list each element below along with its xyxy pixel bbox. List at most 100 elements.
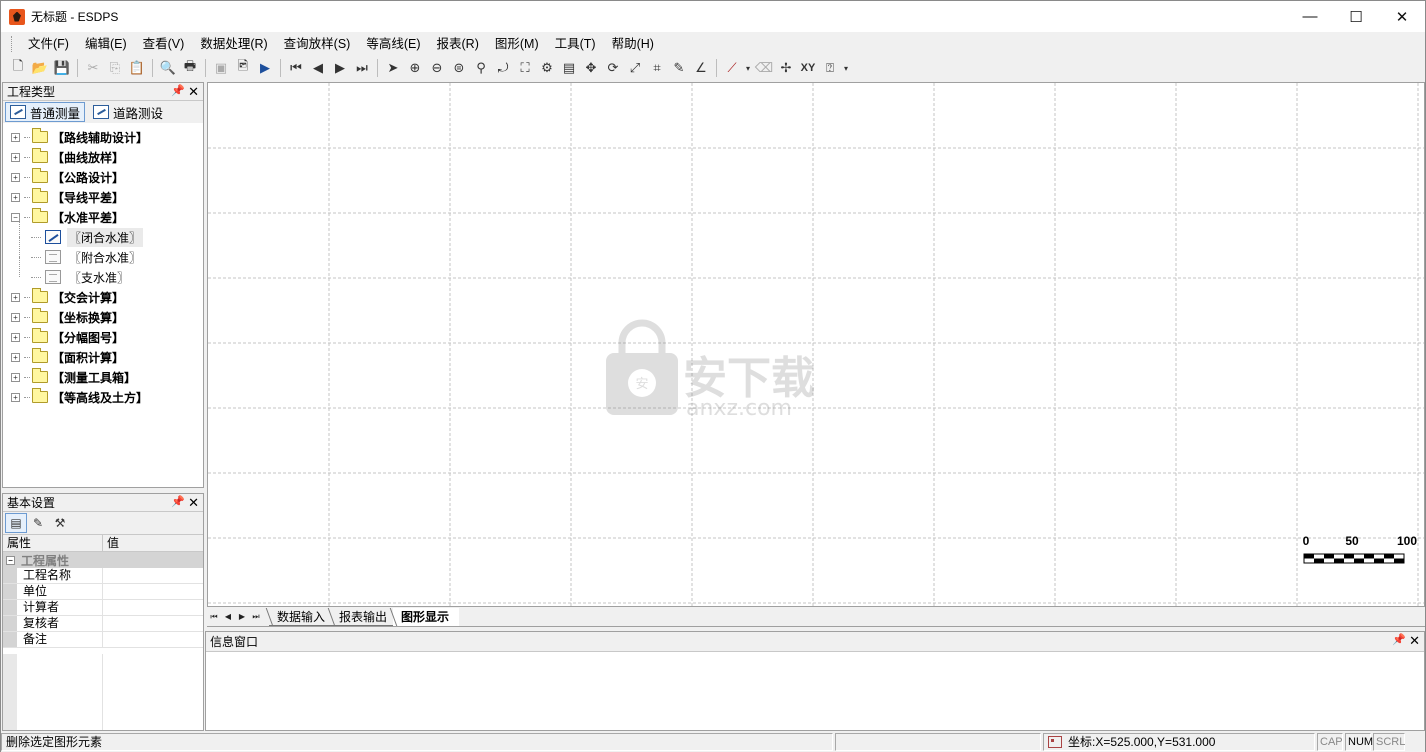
expand-icon[interactable]: +	[11, 352, 20, 362]
expand-icon[interactable]: +	[11, 152, 20, 162]
expand-icon[interactable]: +	[11, 312, 20, 322]
help-icon[interactable]: ⍰	[819, 57, 841, 79]
menu-grip[interactable]	[11, 36, 14, 52]
property-group[interactable]: − 工程属性	[3, 552, 203, 568]
tree-node-highway-design[interactable]: + 【公路设计】	[7, 167, 201, 187]
open-folder-icon[interactable]: 📂	[29, 57, 51, 79]
print-preview-icon[interactable]: 🔍	[157, 57, 179, 79]
prev-page-icon[interactable]: ◀	[307, 57, 329, 79]
close-button[interactable]: ✕	[1379, 1, 1425, 32]
collapse-icon[interactable]: −	[6, 555, 15, 565]
zoom-window-icon[interactable]: ⊜	[448, 57, 470, 79]
app-logo-icon[interactable]	[9, 8, 25, 25]
tree-node-survey-toolbox[interactable]: + 【测量工具箱】	[7, 367, 201, 387]
zoom-previous-icon[interactable]: ⤾	[492, 57, 514, 79]
tree-node-traverse-adjustment[interactable]: + 【导线平差】	[7, 187, 201, 207]
query-icon[interactable]: ⚙	[536, 57, 558, 79]
tree-node-spur-leveling[interactable]: 〖支水准〗	[7, 257, 201, 287]
menu-data-processing[interactable]: 数据处理(R)	[192, 33, 275, 55]
copy-icon[interactable]: ⎘	[104, 57, 126, 79]
next-page-icon[interactable]: ▶	[329, 57, 351, 79]
property-row[interactable]: 复核者	[3, 616, 203, 632]
cut-icon[interactable]: ✂	[82, 57, 104, 79]
pin-icon[interactable]: 📌	[171, 495, 185, 508]
property-value[interactable]	[103, 616, 203, 631]
minimize-button[interactable]: —	[1287, 1, 1333, 32]
property-row[interactable]: 工程名称	[3, 568, 203, 584]
refresh-icon[interactable]: ⟳	[602, 57, 624, 79]
frame-icon[interactable]: ⌗	[646, 57, 668, 79]
panel-close-icon[interactable]: ✕	[188, 84, 199, 100]
next-tab-icon[interactable]: ▶	[235, 610, 249, 624]
first-tab-icon[interactable]: ⏮	[207, 610, 221, 624]
menu-graphics[interactable]: 图形(M)	[487, 33, 547, 55]
prev-tab-icon[interactable]: ◀	[221, 610, 235, 624]
edit-settings-icon[interactable]: ✎	[27, 513, 49, 533]
tree-node-sheet-number[interactable]: + 【分幅图号】	[7, 327, 201, 347]
pin-icon[interactable]: 📌	[1392, 633, 1406, 646]
property-value[interactable]	[103, 600, 203, 615]
new-file-icon[interactable]: 🗋	[7, 57, 29, 79]
help-dropdown-icon[interactable]: ▾	[841, 57, 851, 79]
tab-data-input[interactable]: 数据输入	[269, 608, 336, 626]
menu-view[interactable]: 查看(V)	[135, 33, 193, 55]
menu-report[interactable]: 报表(R)	[429, 33, 487, 55]
menu-edit[interactable]: 编辑(E)	[77, 33, 135, 55]
menu-file[interactable]: 文件(F)	[20, 33, 77, 55]
expand-icon[interactable]: +	[11, 392, 20, 402]
tab-general-survey[interactable]: 普通测量	[5, 102, 86, 122]
last-tab-icon[interactable]: ⏭	[249, 610, 263, 624]
expand-icon[interactable]: +	[11, 292, 20, 302]
expand-icon[interactable]: +	[11, 332, 20, 342]
menu-tools[interactable]: 工具(T)	[547, 33, 604, 55]
eraser-icon[interactable]: ⌫	[753, 57, 775, 79]
drawing-canvas[interactable]: 安 安下载 anxz.com 0 50 100	[207, 82, 1425, 607]
dropdown-arrow-icon[interactable]: ▾	[743, 57, 753, 79]
maximize-button[interactable]: ☐	[1333, 1, 1379, 32]
tree-node-route-design[interactable]: + 【路线辅助设计】	[7, 127, 201, 147]
tree-node-area-calc[interactable]: + 【面积计算】	[7, 347, 201, 367]
tab-report-output[interactable]: 报表输出	[331, 608, 398, 626]
expand-icon[interactable]: +	[11, 372, 20, 382]
menu-help[interactable]: 帮助(H)	[604, 33, 662, 55]
property-row[interactable]: 计算者	[3, 600, 203, 616]
annotate-icon[interactable]: ✎	[668, 57, 690, 79]
zoom-extents-icon[interactable]: ⛶	[514, 57, 536, 79]
panel-close-icon[interactable]: ✕	[188, 495, 199, 511]
properties-icon[interactable]: ▤	[558, 57, 580, 79]
first-page-icon[interactable]: ⏮	[285, 57, 307, 79]
zoom-in-icon[interactable]: ⊕	[404, 57, 426, 79]
tree-node-annexed-leveling[interactable]: 〖附合水准〗	[7, 237, 201, 267]
draw-line-icon[interactable]: ⟋	[721, 57, 743, 79]
pan-icon[interactable]: ✢	[775, 57, 797, 79]
move-node-icon[interactable]: ✥	[580, 57, 602, 79]
coordinate-xy-icon[interactable]: XY	[797, 57, 819, 79]
image-edit-icon[interactable]: 🖻	[232, 57, 254, 79]
tab-graphic-display[interactable]: 图形显示	[393, 607, 460, 626]
last-page-icon[interactable]: ⏭	[351, 57, 373, 79]
print-icon[interactable]: 🖶	[179, 57, 201, 79]
pin-icon[interactable]: 📌	[171, 84, 185, 97]
tree-node-intersection-calc[interactable]: + 【交会计算】	[7, 287, 201, 307]
angle-icon[interactable]: ∠	[690, 57, 712, 79]
zoom-realtime-icon[interactable]: ⚲	[470, 57, 492, 79]
expand-icon[interactable]: +	[11, 192, 20, 202]
property-row[interactable]: 备注	[3, 632, 203, 648]
tools-icon[interactable]: ⚒	[49, 513, 71, 533]
export-image-icon[interactable]: ▣	[210, 57, 232, 79]
tree-node-leveling-adjustment[interactable]: − 【水准平差】	[7, 207, 201, 227]
property-value[interactable]	[103, 568, 203, 583]
expand-icon[interactable]: +	[11, 132, 20, 142]
tree-node-curve-stakeout[interactable]: + 【曲线放样】	[7, 147, 201, 167]
panel-close-icon[interactable]: ✕	[1409, 633, 1420, 649]
select-pointer-icon[interactable]: ➤	[382, 57, 404, 79]
run-icon[interactable]: ▶	[254, 57, 276, 79]
menu-contour[interactable]: 等高线(E)	[358, 33, 428, 55]
tab-road-survey[interactable]: 道路测设	[89, 102, 167, 122]
tree-node-contour-earthwork[interactable]: + 【等高线及土方】	[7, 387, 201, 407]
save-icon[interactable]: 💾	[51, 57, 73, 79]
paste-icon[interactable]: 📋	[126, 57, 148, 79]
property-value[interactable]	[103, 584, 203, 599]
property-value[interactable]	[103, 632, 203, 647]
expand-icon[interactable]: +	[11, 172, 20, 182]
